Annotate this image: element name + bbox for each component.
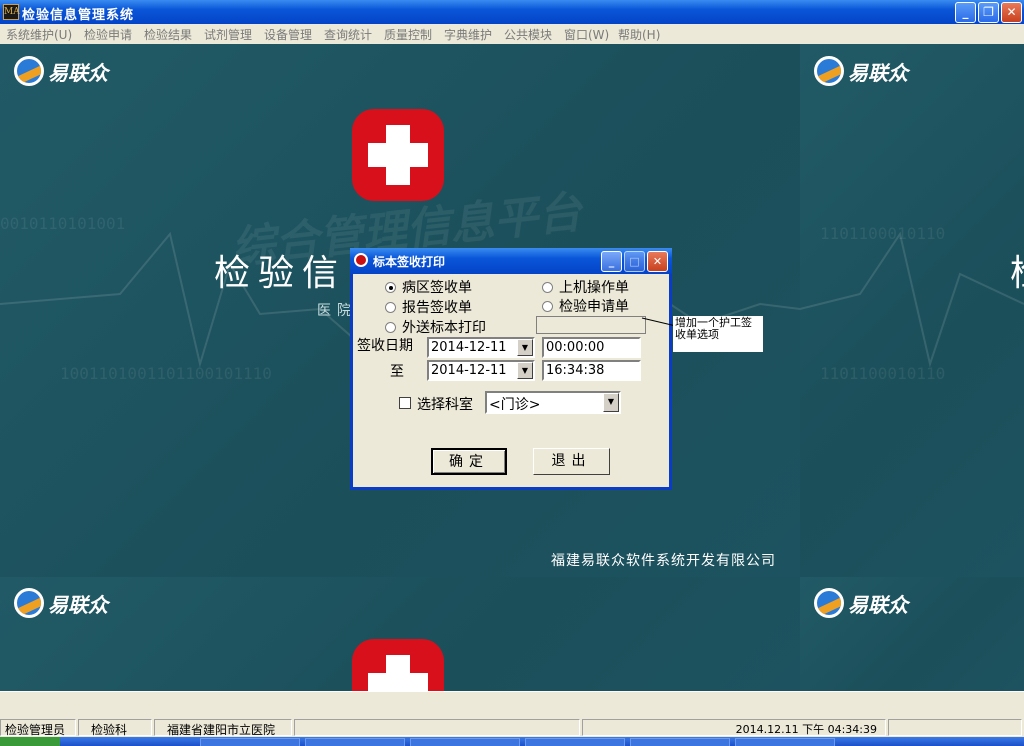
radio-report-sign-slip[interactable]: 报告签收单 — [385, 297, 472, 317]
minimize-button[interactable]: _ — [955, 2, 976, 23]
radio-machine-operation-slip[interactable]: 上机操作单 — [542, 277, 629, 297]
dialog-minimize-button[interactable]: _ — [601, 251, 622, 272]
app-icon: MA — [3, 4, 20, 20]
status-hospital: 福建省建阳市立医院 — [154, 719, 292, 737]
company-logo: 易联众 — [814, 56, 908, 86]
menu-window[interactable]: 窗口(W) — [564, 26, 609, 43]
radio-ward-sign-slip[interactable]: 病区签收单 — [385, 277, 472, 297]
close-button[interactable]: ✕ — [1001, 2, 1022, 23]
chevron-down-icon[interactable]: ▼ — [517, 339, 533, 356]
dept-select[interactable]: <门诊> ▼ — [485, 391, 621, 414]
to-label: 至 — [390, 364, 404, 380]
dialog-title: 标本签收打印 — [373, 255, 446, 269]
radio-dot — [542, 300, 553, 312]
status-empty — [888, 719, 1022, 736]
binary-decoration: 1101100010110 — [820, 224, 946, 243]
status-empty — [294, 719, 580, 736]
binary-decoration: 1001101001101100101110 — [60, 364, 272, 383]
app-titlebar[interactable]: MA 检验信息管理系统 _ ❐ ✕ — [0, 0, 1024, 24]
date-to-picker[interactable]: 2014-12-11 ▼ — [427, 360, 535, 381]
radio-outsourced-print[interactable]: 外送标本打印 — [385, 317, 486, 337]
status-dept: 检验科 — [78, 719, 152, 737]
radio-test-request-slip[interactable]: 检验申请单 — [542, 296, 629, 316]
start-button[interactable] — [0, 737, 60, 746]
menu-common[interactable]: 公共模块 — [504, 26, 552, 43]
taskbar-item[interactable] — [305, 738, 405, 746]
system-big-title: 检验信 — [214, 253, 347, 294]
menu-reagent[interactable]: 试剂管理 — [204, 26, 252, 43]
company-name: 福建易联众软件系统开发有限公司 — [551, 553, 776, 569]
taskbar-item[interactable] — [410, 738, 520, 746]
specimen-sign-print-dialog: 标本签收打印 _ □ ✕ 病区签收单 报告签收单 外送标本打印 上机操作单 检验… — [350, 248, 672, 490]
windows-taskbar — [0, 737, 1024, 746]
menu-test-request[interactable]: 检验申请 — [84, 26, 132, 43]
company-logo: 易联众 — [14, 588, 108, 618]
ok-button[interactable]: 确定 — [431, 448, 507, 475]
chevron-down-icon[interactable]: ▼ — [517, 362, 533, 379]
system-big-title-edge: 检 — [1010, 244, 1024, 296]
taskbar-item[interactable] — [525, 738, 625, 746]
taskbar-item[interactable] — [630, 738, 730, 746]
dialog-maximize-button[interactable]: □ — [624, 251, 645, 272]
menu-dictionary[interactable]: 字典维护 — [444, 26, 492, 43]
taskbar-item[interactable] — [735, 738, 835, 746]
logo-swirl-icon — [814, 56, 844, 86]
empty-status-line — [0, 691, 1024, 717]
logo-swirl-icon — [814, 588, 844, 618]
status-user: 检验管理员 — [0, 719, 76, 737]
status-bar: 检验管理员 检验科 福建省建阳市立医院 2014.12.11 下午 04:34:… — [0, 717, 1024, 737]
select-dept-checkbox[interactable] — [399, 397, 411, 409]
binary-decoration: 1101100010110 — [820, 364, 946, 383]
company-logo: 易联众 — [14, 56, 108, 86]
exit-button[interactable]: 退出 — [533, 448, 610, 475]
company-logo: 易联众 — [814, 588, 908, 618]
radio-dot — [542, 281, 553, 293]
status-datetime: 2014.12.11 下午 04:34:39 — [582, 719, 886, 736]
date-from-picker[interactable]: 2014-12-11 ▼ — [427, 337, 535, 358]
dialog-titlebar[interactable]: 标本签收打印 _ □ ✕ — [350, 248, 672, 274]
sign-date-label: 签收日期 — [357, 338, 413, 354]
dialog-app-icon — [354, 253, 368, 267]
dialog-close-button[interactable]: ✕ — [647, 251, 668, 272]
logo-swirl-icon — [14, 56, 44, 86]
app-title: 检验信息管理系统 — [22, 8, 135, 23]
red-cross-icon — [352, 109, 444, 201]
menu-test-result[interactable]: 检验结果 — [144, 26, 192, 43]
red-cross-icon — [352, 639, 444, 691]
logo-swirl-icon — [14, 588, 44, 618]
time-to-field[interactable]: 16:34:38 — [542, 360, 641, 381]
select-dept-label: 选择科室 — [417, 397, 473, 413]
menu-query[interactable]: 查询统计 — [324, 26, 372, 43]
menu-help[interactable]: 帮助(H) — [618, 26, 660, 43]
chevron-down-icon[interactable]: ▼ — [603, 393, 619, 412]
taskbar-item[interactable] — [200, 738, 300, 746]
binary-decoration: 0010110101001 — [0, 214, 126, 233]
radio-dot — [385, 301, 396, 313]
time-from-field[interactable]: 00:00:00 — [542, 337, 641, 358]
empty-placeholder-box — [536, 316, 646, 334]
menu-quality[interactable]: 质量控制 — [384, 26, 432, 43]
radio-dot — [385, 321, 396, 333]
menu-system[interactable]: 系统维护(U) — [6, 26, 72, 43]
annotation-callout: 增加一个护工签收单选项 — [673, 316, 763, 352]
menu-device[interactable]: 设备管理 — [264, 26, 312, 43]
menu-bar: 系统维护(U) 检验申请 检验结果 试剂管理 设备管理 查询统计 质量控制 字典… — [0, 24, 1024, 44]
restore-button[interactable]: ❐ — [978, 2, 999, 23]
radio-dot — [385, 281, 396, 293]
